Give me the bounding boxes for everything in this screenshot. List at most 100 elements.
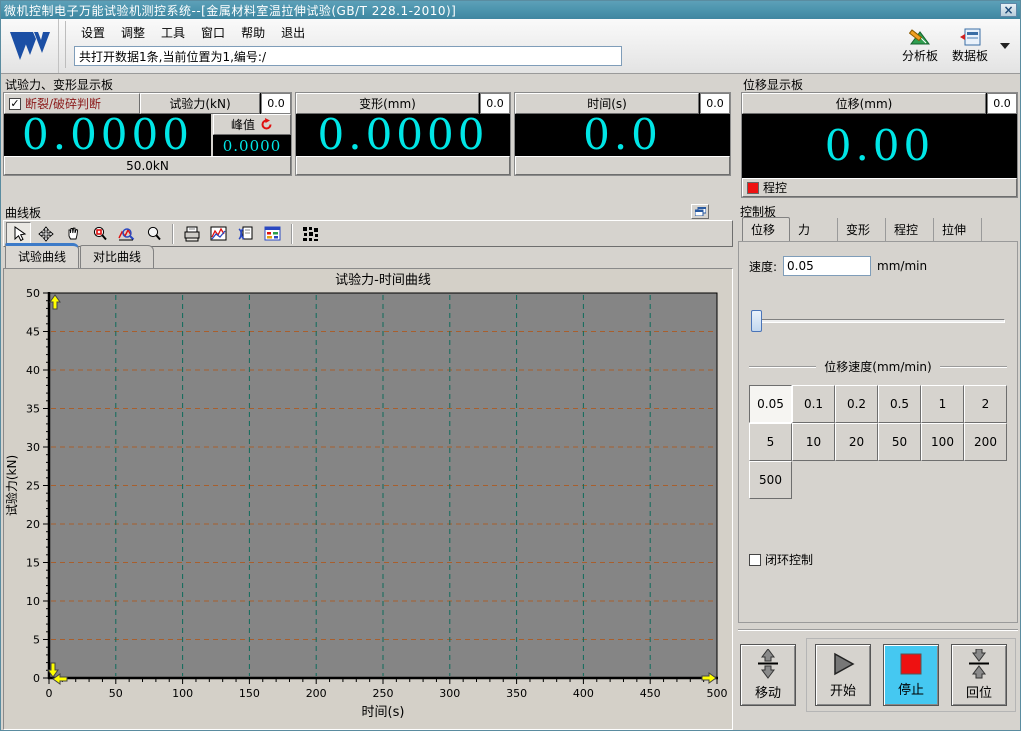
mode-footer: 程控	[742, 178, 1017, 197]
lower-row: 曲线板 试验曲线 对比曲线 0 50 100 150 200 250 300 3…	[3, 203, 1018, 730]
force-range-label: 50.0kN	[4, 156, 291, 175]
speed-group-label: 位移速度(mm/min)	[824, 360, 932, 374]
control-tab[interactable]: 拉伸	[934, 218, 982, 241]
deform-footer	[296, 156, 510, 175]
zoom-region-icon[interactable]	[87, 222, 112, 245]
control-tabs: 位移力变形 程控 拉伸	[738, 217, 1018, 241]
pan-hand-icon[interactable]	[60, 222, 85, 245]
svg-text:400: 400	[573, 687, 594, 700]
speed-preset-button[interactable]: 0.2	[835, 385, 878, 423]
displacement-panel-title: 位移显示板	[743, 78, 804, 92]
chart-area[interactable]: 0 50 100 150 200 250 300 350 400 450 500 0 5 10 15 20 25…	[3, 268, 733, 730]
pattern-settings-icon[interactable]	[298, 222, 323, 245]
select-cursor-icon[interactable]	[6, 222, 31, 245]
svg-text:450: 450	[640, 687, 661, 700]
closed-loop-checkbox[interactable]	[749, 553, 761, 566]
restore-window-button[interactable]	[691, 204, 709, 219]
speed-label: 速度:	[749, 259, 778, 274]
speed-preset-button[interactable]: 5	[749, 423, 792, 461]
zoom-curve-icon[interactable]	[114, 222, 139, 245]
curve-toolbar	[3, 220, 733, 247]
home-button[interactable]: 回位	[951, 644, 1007, 706]
analysis-label: 分析板	[901, 49, 938, 63]
svg-text:250: 250	[373, 687, 394, 700]
dropdown-arrow-icon[interactable]	[1000, 43, 1010, 49]
curve-tabs: 试验曲线 对比曲线	[3, 243, 733, 268]
displacement-panel: 位移显示板 位移(mm) 0.0 0.00 程控	[741, 76, 1018, 198]
return-arrows-icon	[969, 649, 989, 679]
data-table-icon[interactable]	[260, 222, 285, 245]
speed-preset-button[interactable]: 1	[921, 385, 964, 423]
slider-handle[interactable]	[751, 310, 762, 332]
svg-text:0: 0	[33, 672, 40, 685]
toolbar-separator	[291, 223, 292, 244]
peak-column: 峰值 0.0000	[211, 114, 291, 156]
svg-text:500: 500	[707, 687, 728, 700]
curve-tab[interactable]: 试验曲线	[5, 243, 80, 268]
menu-item[interactable]: 退出	[274, 22, 312, 43]
svg-text:150: 150	[239, 687, 260, 700]
print-icon[interactable]	[179, 222, 204, 245]
force-time-chart[interactable]: 0 50 100 150 200 250 300 350 400 450 500 0 5 10 15 20 25…	[4, 269, 731, 724]
peak-button[interactable]: 峰值	[213, 114, 291, 135]
time-aux-value: 0.0	[700, 93, 730, 114]
title-bar: 微机控制电子万能试验机测控系统--[金属材料室温拉伸试验(GB/T 228.1-…	[1, 1, 1020, 19]
curve-panel-header: 曲线板	[3, 203, 733, 220]
stop-icon	[900, 653, 922, 675]
move-button[interactable]: 移动	[740, 644, 796, 706]
control-tab[interactable]: 程控	[886, 218, 934, 241]
menu-item[interactable]: 调整	[114, 22, 152, 43]
svg-text:15: 15	[26, 557, 40, 570]
data-panel-button[interactable]: 数据板	[948, 26, 992, 66]
menu-item[interactable]: 工具	[154, 22, 192, 43]
speed-preset-button[interactable]: 200	[964, 423, 1007, 461]
displacement-value: 0.00	[824, 121, 935, 170]
speed-preset-button[interactable]: 50	[878, 423, 921, 461]
force-display-body: 0.0000 峰值 0.0000	[4, 114, 291, 156]
play-icon	[834, 652, 855, 676]
time-display: 时间(s) 0.0 0.0	[514, 92, 731, 176]
curve-style-icon[interactable]	[206, 222, 231, 245]
curve-panel: 曲线板 试验曲线 对比曲线 0 50 100 150 200 250 300 3…	[3, 203, 733, 730]
move-arrows-icon	[758, 649, 778, 679]
copy-curve-icon[interactable]	[233, 222, 258, 245]
analysis-panel-button[interactable]: 分析板	[898, 26, 942, 66]
zoom-out-icon[interactable]	[141, 222, 166, 245]
speed-preset-button[interactable]: 0.05	[749, 385, 792, 423]
menu-item[interactable]: 窗口	[194, 22, 232, 43]
peak-value: 0.0000	[222, 136, 282, 155]
speed-preset-button[interactable]: 100	[921, 423, 964, 461]
speed-preset-button[interactable]: 0.5	[878, 385, 921, 423]
main-area: 试验力、变形显示板 ✓ 断裂/破碎判断 试验力(kN) 0.0 0.0000 峰…	[1, 74, 1020, 730]
status-row: 共打开数据1条,当前位置为1,编号:/	[65, 44, 890, 68]
control-tab[interactable]: 变形	[838, 218, 886, 241]
svg-text:350: 350	[506, 687, 527, 700]
speed-preset-button[interactable]: 2	[964, 385, 1007, 423]
speed-input[interactable]	[783, 256, 872, 276]
control-tab[interactable]: 力	[790, 218, 838, 241]
control-tab[interactable]: 位移	[742, 217, 790, 241]
start-button[interactable]: 开始	[815, 644, 871, 706]
speed-preset-button[interactable]: 500	[749, 461, 792, 499]
speed-preset-button[interactable]: 20	[835, 423, 878, 461]
start-label: 开始	[829, 684, 856, 699]
speed-preset-button[interactable]: 0.1	[792, 385, 835, 423]
speed-preset-button[interactable]: 10	[792, 423, 835, 461]
logo-icon	[9, 32, 50, 60]
menu-item[interactable]: 设置	[74, 22, 112, 43]
displacement-title-button[interactable]: 位移(mm)	[742, 93, 986, 114]
move-cross-icon[interactable]	[33, 222, 58, 245]
menu-item[interactable]: 帮助	[234, 22, 272, 43]
break-judge-checkbox[interactable]: ✓	[9, 97, 21, 110]
motion-buttons: 移动 开始 停止 回位	[738, 629, 1018, 730]
stop-button[interactable]: 停止	[883, 644, 939, 706]
time-display-body: 0.0	[515, 114, 730, 156]
force-value-area: 0.0000	[4, 114, 211, 156]
curve-tab[interactable]: 对比曲线	[80, 245, 155, 268]
slider-track[interactable]	[751, 319, 1005, 323]
close-button[interactable]: ×	[1000, 3, 1017, 17]
refresh-icon[interactable]	[260, 118, 273, 131]
toolbar-middle: 设置 调整 工具 窗口 帮助 退出 共打开数据1条,当前位置为1,编号:/	[59, 19, 894, 73]
speed-slider	[749, 310, 1007, 332]
deform-value: 0.0000	[317, 110, 489, 159]
